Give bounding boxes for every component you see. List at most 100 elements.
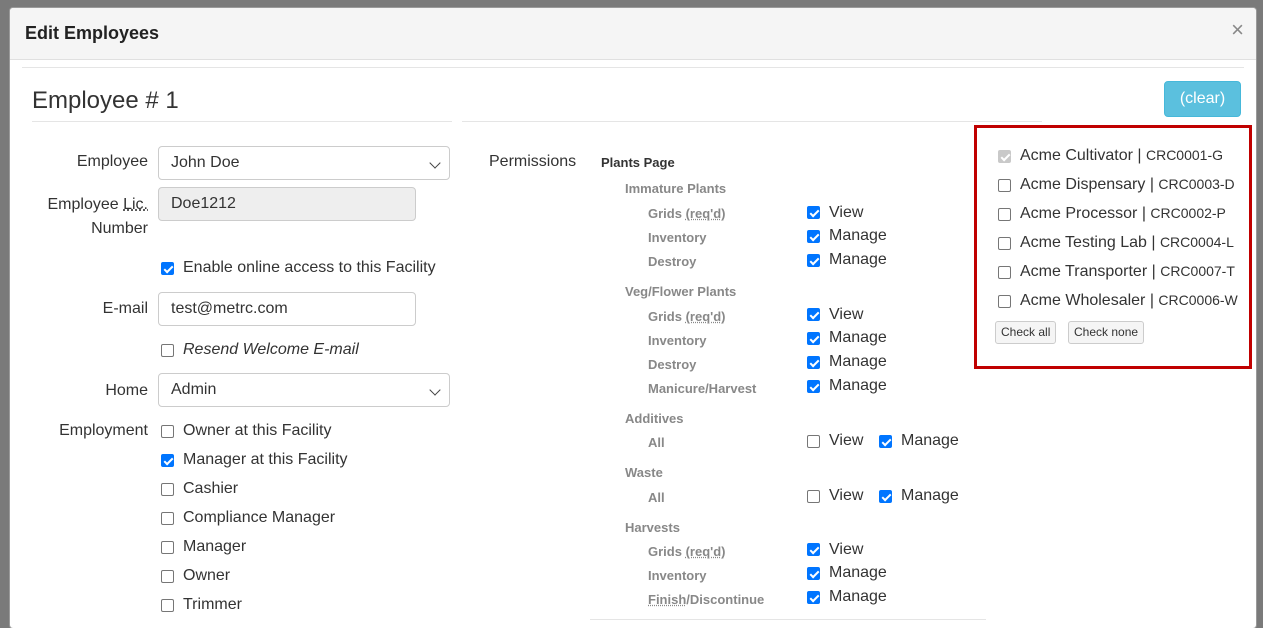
modal-header: Edit Employees × (10, 8, 1256, 60)
online-access-checkbox[interactable] (161, 262, 174, 275)
employee-select-value: John Doe (171, 154, 240, 171)
perm-view-checkbox[interactable] (807, 490, 820, 503)
facility-checkbox-testing-lab[interactable] (998, 237, 1011, 250)
employment-checkbox-manager[interactable] (161, 541, 174, 554)
employment-checkbox-cashier[interactable] (161, 483, 174, 496)
employee-label: Employee (76, 153, 148, 170)
license-number-value: Doe1212 (171, 195, 236, 212)
perm-view-checkbox[interactable] (807, 435, 820, 448)
perm-item-label: Inventory (648, 230, 707, 245)
perm-item-grids: Grids (req'd) (648, 544, 726, 559)
perm-manage-checkbox[interactable] (807, 380, 820, 393)
perm-manage-label: Manage (829, 251, 887, 268)
employment-checkbox-trimmer[interactable] (161, 599, 174, 612)
license-label: Employee Lic. Number (32, 193, 149, 241)
perm-view-label: View (829, 541, 864, 558)
perm-group-title: Immature Plants (625, 181, 727, 196)
facility-label: Acme Testing Lab | CRC0004-L (1020, 234, 1234, 251)
perm-manage-checkbox[interactable] (807, 332, 820, 345)
resend-welcome-checkbox[interactable] (161, 344, 174, 357)
divider (22, 67, 1244, 68)
perm-manage-checkbox[interactable] (807, 230, 820, 243)
permissions-label: Permissions (489, 153, 577, 170)
divider (32, 121, 452, 122)
perm-manage-checkbox[interactable] (807, 591, 820, 604)
perm-manage-checkbox[interactable] (807, 356, 820, 369)
employment-option-label: Manager at this Facility (183, 451, 348, 468)
plants-page-heading: Plants Page (601, 155, 675, 170)
facility-checkbox-transporter[interactable] (998, 266, 1011, 279)
employment-option-label: Cashier (183, 480, 239, 497)
online-access-label: Enable online access to this Facility (183, 259, 436, 276)
check-all-button[interactable]: Check all (995, 321, 1057, 344)
perm-manage-label: Manage (829, 329, 887, 346)
divider (462, 121, 1042, 122)
facility-label: Acme Wholesaler | CRC0006-W (1020, 292, 1238, 309)
resend-welcome-label: Resend Welcome E-mail (183, 341, 359, 358)
perm-group-title: Waste (625, 465, 663, 480)
facility-checkbox-cultivator[interactable] (998, 150, 1011, 163)
employee-heading: Employee # 1 (32, 87, 179, 114)
perm-view-checkbox[interactable] (807, 206, 820, 219)
divider (590, 619, 986, 620)
employment-label: Employment (59, 422, 148, 439)
email-label: E-mail (102, 300, 148, 317)
license-label-abbr: Lic. (123, 196, 148, 213)
facility-label: Acme Dispensary | CRC0003-D (1020, 176, 1235, 193)
perm-view-label: View (829, 306, 864, 323)
facility-checkbox-wholesaler[interactable] (998, 295, 1011, 308)
perm-item-label: Manicure/Harvest (648, 381, 757, 396)
perm-manage-checkbox[interactable] (807, 254, 820, 267)
employment-option-label: Owner at this Facility (183, 422, 332, 439)
facility-label: Acme Transporter | CRC0007-T (1020, 263, 1235, 280)
license-label-pre: Employee (47, 196, 124, 213)
home-select[interactable]: Admin (158, 373, 450, 407)
facility-checkbox-dispensary[interactable] (998, 179, 1011, 192)
employment-checkbox-owner-facility[interactable] (161, 425, 174, 438)
perm-group-title: Additives (625, 411, 684, 426)
perm-group-title: Harvests (625, 520, 680, 535)
perm-view-label: View (829, 487, 864, 504)
perm-manage-label: Manage (829, 588, 887, 605)
employment-option-label: Manager (183, 538, 247, 555)
perm-manage-label: Manage (829, 564, 887, 581)
perm-view-label: View (829, 432, 864, 449)
perm-item-label: Destroy (648, 254, 697, 269)
perm-view-checkbox[interactable] (807, 308, 820, 321)
perm-item-label: All (648, 435, 665, 450)
chevron-down-icon (429, 157, 441, 169)
employment-option-label: Compliance Manager (183, 509, 336, 526)
license-label-post: Number (91, 220, 148, 237)
facility-label: Acme Cultivator | CRC0001-G (1020, 147, 1223, 164)
perm-manage-checkbox[interactable] (879, 490, 892, 503)
close-icon[interactable]: × (1231, 19, 1244, 41)
perm-manage-label: Manage (829, 377, 887, 394)
perm-item-label: All (648, 490, 665, 505)
clear-button[interactable]: (clear) (1164, 81, 1241, 117)
employment-checkbox-compliance-manager[interactable] (161, 512, 174, 525)
modal-title: Edit Employees (25, 23, 160, 43)
perm-manage-checkbox[interactable] (879, 435, 892, 448)
chevron-down-icon (429, 384, 441, 396)
perm-item-finish: Finish/Discontinue (648, 592, 765, 607)
employment-checkbox-owner[interactable] (161, 570, 174, 583)
facility-label: Acme Processor | CRC0002-P (1020, 205, 1226, 222)
edit-employees-modal: Edit Employees × Employee # 1 (clear) Em… (10, 8, 1256, 628)
home-select-value: Admin (171, 381, 217, 398)
check-none-button[interactable]: Check none (1068, 321, 1145, 344)
email-value: test@metrc.com (171, 300, 288, 317)
home-label: Home (105, 382, 148, 399)
email-field[interactable]: test@metrc.com (158, 292, 416, 326)
perm-item-grids: Grids (req'd) (648, 309, 726, 324)
perm-view-label: View (829, 204, 864, 221)
license-number-field[interactable]: Doe1212 (158, 187, 416, 221)
perm-manage-label: Manage (829, 227, 887, 244)
perm-manage-label: Manage (829, 353, 887, 370)
employee-select[interactable]: John Doe (158, 146, 450, 180)
facility-checkbox-processor[interactable] (998, 208, 1011, 221)
perm-manage-label: Manage (901, 487, 959, 504)
perm-item-grids: Grids (req'd) (648, 206, 726, 221)
perm-view-checkbox[interactable] (807, 543, 820, 556)
employment-checkbox-manager-facility[interactable] (161, 454, 174, 467)
perm-manage-checkbox[interactable] (807, 567, 820, 580)
